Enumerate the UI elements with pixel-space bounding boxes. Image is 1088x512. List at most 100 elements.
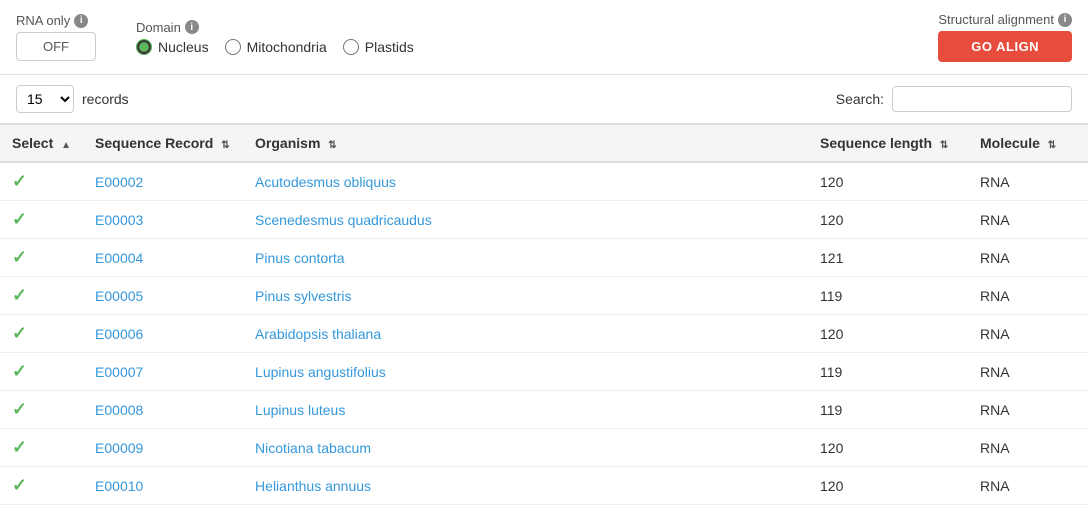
sequence-record-cell[interactable]: E00004 [83,239,243,277]
plastids-label: Plastids [365,39,414,55]
organism-cell[interactable]: Acutodesmus obliquus [243,162,808,201]
col-header-sequence-length[interactable]: Sequence length ⇅ [808,125,968,163]
organism-cell[interactable]: Pinus contorta [243,239,808,277]
domain-label: Domain i [136,20,414,35]
records-label: records [82,91,129,107]
records-per-page-select[interactable]: 10 15 25 50 100 [16,85,74,113]
checkmark-icon: ✓ [12,247,27,267]
go-align-button[interactable]: GO ALIGN [938,31,1072,62]
sequence-record-cell[interactable]: E00003 [83,201,243,239]
select-cell[interactable]: ✓ [0,315,83,353]
molecule-cell: RNA [968,277,1088,315]
radio-nucleus[interactable]: Nucleus [136,39,209,55]
sequence-length-cell: 120 [808,162,968,201]
radio-mitochondria[interactable]: Mitochondria [225,39,327,55]
rna-only-info-icon[interactable]: i [74,14,88,28]
data-table: Select ▲ Sequence Record ⇅ Organism ⇅ Se… [0,124,1088,505]
top-bar: RNA only i OFF Domain i Nucleus Mitochon… [0,0,1088,75]
search-label: Search: [836,91,884,107]
structural-info-icon[interactable]: i [1058,13,1072,27]
sequence-record-cell[interactable]: E00010 [83,467,243,505]
organism-cell[interactable]: Nicotiana tabacum [243,429,808,467]
sequence-record-cell[interactable]: E00002 [83,162,243,201]
nucleus-label: Nucleus [158,39,209,55]
table-row: ✓ E00002Acutodesmus obliquus120RNA [0,162,1088,201]
organism-cell[interactable]: Helianthus annuus [243,467,808,505]
structural-text: Structural alignment [938,12,1054,27]
sequence-record-cell[interactable]: E00007 [83,353,243,391]
table-row: ✓E00008Lupinus luteus119RNA [0,391,1088,429]
select-cell[interactable]: ✓ [0,391,83,429]
select-cell[interactable]: ✓ [0,162,83,201]
checkmark-icon: ✓ [12,171,27,191]
domain-radio-group: Nucleus Mitochondria Plastids [136,39,414,55]
organism-cell[interactable]: Lupinus angustifolius [243,353,808,391]
col-header-molecule[interactable]: Molecule ⇅ [968,125,1088,163]
table-row: ✓ E00007Lupinus angustifolius119RNA [0,353,1088,391]
checkmark-icon: ✓ [12,437,27,457]
organism-cell[interactable]: Pinus sylvestris [243,277,808,315]
table-row: ✓E00010Helianthus annuus120RNA [0,467,1088,505]
checkmark-icon: ✓ [12,361,27,381]
select-cell[interactable]: ✓ [0,201,83,239]
table-row: ✓ E00004Pinus contorta121RNA [0,239,1088,277]
molecule-cell: RNA [968,162,1088,201]
molecule-cell: RNA [968,315,1088,353]
rna-toggle-button[interactable]: OFF [16,32,96,61]
select-cell[interactable]: ✓ [0,467,83,505]
search-right: Search: [836,86,1072,112]
select-cell[interactable]: ✓ [0,277,83,315]
select-cell[interactable]: ✓ [0,353,83,391]
structural-alignment-section: Structural alignment i GO ALIGN [938,12,1072,62]
records-left: 10 15 25 50 100 records [16,85,129,113]
molecule-cell: RNA [968,429,1088,467]
domain-section: Domain i Nucleus Mitochondria Plastids [136,20,414,55]
sort-arrow-len: ⇅ [940,140,948,151]
table-row: ✓ E00009Nicotiana tabacum120RNA [0,429,1088,467]
mitochondria-label: Mitochondria [247,39,327,55]
molecule-cell: RNA [968,201,1088,239]
sequence-length-cell: 120 [808,315,968,353]
rna-only-section: RNA only i OFF [16,13,96,61]
sequence-length-cell: 119 [808,391,968,429]
sequence-length-cell: 120 [808,467,968,505]
checkmark-icon: ✓ [12,285,27,305]
molecule-cell: RNA [968,467,1088,505]
organism-cell[interactable]: Scenedesmus quadricaudus [243,201,808,239]
sequence-length-cell: 119 [808,277,968,315]
select-cell[interactable]: ✓ [0,429,83,467]
rna-only-label: RNA only i [16,13,96,28]
table-row: ✓ E00006Arabidopsis thaliana120RNA [0,315,1088,353]
sort-arrow-org: ⇅ [328,140,336,151]
table-controls: 10 15 25 50 100 records Search: [0,75,1088,124]
domain-text: Domain [136,20,181,35]
sequence-length-cell: 121 [808,239,968,277]
select-cell[interactable]: ✓ [0,239,83,277]
col-header-organism[interactable]: Organism ⇅ [243,125,808,163]
sequence-record-cell[interactable]: E00009 [83,429,243,467]
table-row: ✓ E00003Scenedesmus quadricaudus120RNA [0,201,1088,239]
col-header-sequence-record[interactable]: Sequence Record ⇅ [83,125,243,163]
sequence-record-cell[interactable]: E00008 [83,391,243,429]
organism-cell[interactable]: Arabidopsis thaliana [243,315,808,353]
col-header-select[interactable]: Select ▲ [0,125,83,163]
sort-arrow-mol: ⇅ [1048,140,1056,151]
table-header-row: Select ▲ Sequence Record ⇅ Organism ⇅ Se… [0,125,1088,163]
table-row: ✓ E00005Pinus sylvestris119RNA [0,277,1088,315]
rna-only-text: RNA only [16,13,70,28]
radio-plastids[interactable]: Plastids [343,39,414,55]
molecule-cell: RNA [968,353,1088,391]
sequence-length-cell: 120 [808,201,968,239]
checkmark-icon: ✓ [12,399,27,419]
organism-cell[interactable]: Lupinus luteus [243,391,808,429]
molecule-cell: RNA [968,239,1088,277]
checkmark-icon: ✓ [12,323,27,343]
checkmark-icon: ✓ [12,209,27,229]
sequence-record-cell[interactable]: E00005 [83,277,243,315]
domain-info-icon[interactable]: i [185,20,199,34]
search-input[interactable] [892,86,1072,112]
structural-label: Structural alignment i [938,12,1072,27]
sequence-record-cell[interactable]: E00006 [83,315,243,353]
sequence-length-cell: 119 [808,353,968,391]
sequence-length-cell: 120 [808,429,968,467]
